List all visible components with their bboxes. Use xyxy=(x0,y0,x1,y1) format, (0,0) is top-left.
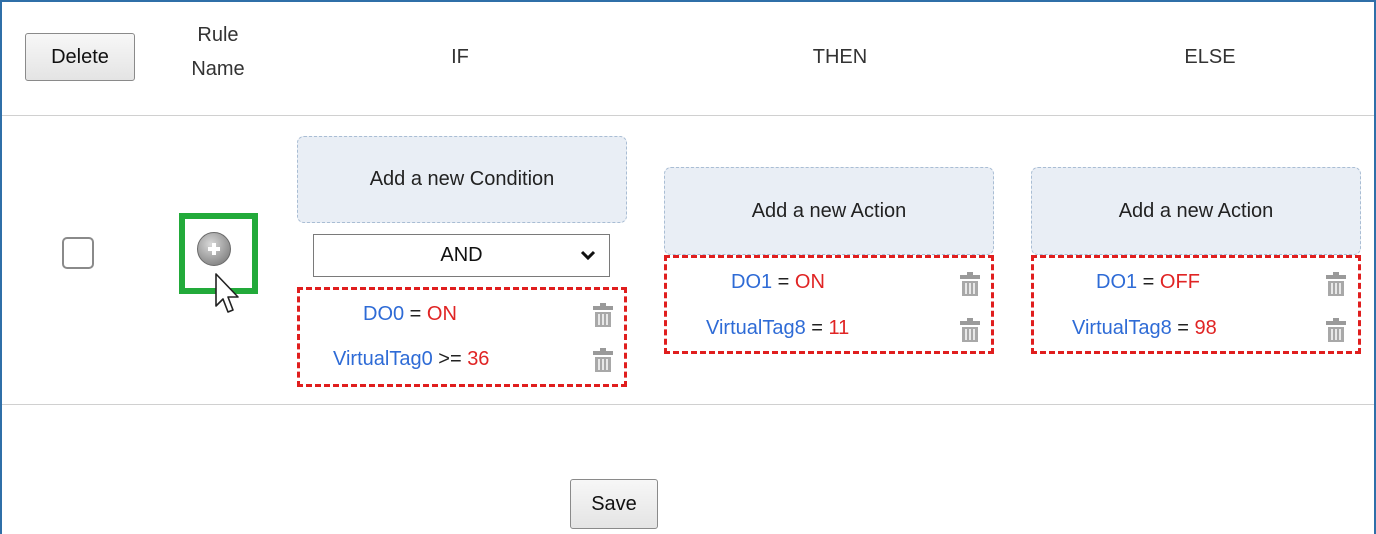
if-conditions-list xyxy=(297,287,627,387)
chevron-down-icon xyxy=(580,250,596,261)
then-header: THEN xyxy=(812,46,868,68)
rule-select-checkbox[interactable] xyxy=(62,237,94,269)
plus-circle-icon xyxy=(197,232,231,266)
header-divider xyxy=(2,115,1374,116)
condition-item[interactable]: VirtualTag0 >= 36 xyxy=(333,348,489,371)
trash-icon[interactable] xyxy=(1325,271,1347,297)
logic-operator-select[interactable]: AND xyxy=(313,234,610,277)
add-then-action-button[interactable]: Add a new Action xyxy=(664,167,994,255)
add-else-action-button[interactable]: Add a new Action xyxy=(1031,167,1361,255)
action-item[interactable]: VirtualTag8 = 98 xyxy=(1072,317,1217,340)
trash-icon[interactable] xyxy=(1325,317,1347,343)
delete-button[interactable]: Delete xyxy=(25,33,135,81)
rule-name-header: Rule Name xyxy=(191,24,245,80)
else-header: ELSE xyxy=(1184,46,1236,68)
mouse-pointer-icon xyxy=(215,273,239,313)
add-condition-button[interactable]: Add a new Condition xyxy=(297,136,627,223)
if-header: IF xyxy=(451,46,469,68)
action-item[interactable]: DO1 = OFF xyxy=(1096,271,1200,294)
condition-item[interactable]: DO0 = ON xyxy=(363,303,457,326)
trash-icon[interactable] xyxy=(592,302,614,328)
action-item[interactable]: DO1 = ON xyxy=(731,271,825,294)
trash-icon[interactable] xyxy=(959,317,981,343)
save-button[interactable]: Save xyxy=(570,479,658,529)
trash-icon[interactable] xyxy=(959,271,981,297)
trash-icon[interactable] xyxy=(592,347,614,373)
row-divider xyxy=(2,404,1374,405)
action-item[interactable]: VirtualTag8 = 11 xyxy=(706,317,849,340)
